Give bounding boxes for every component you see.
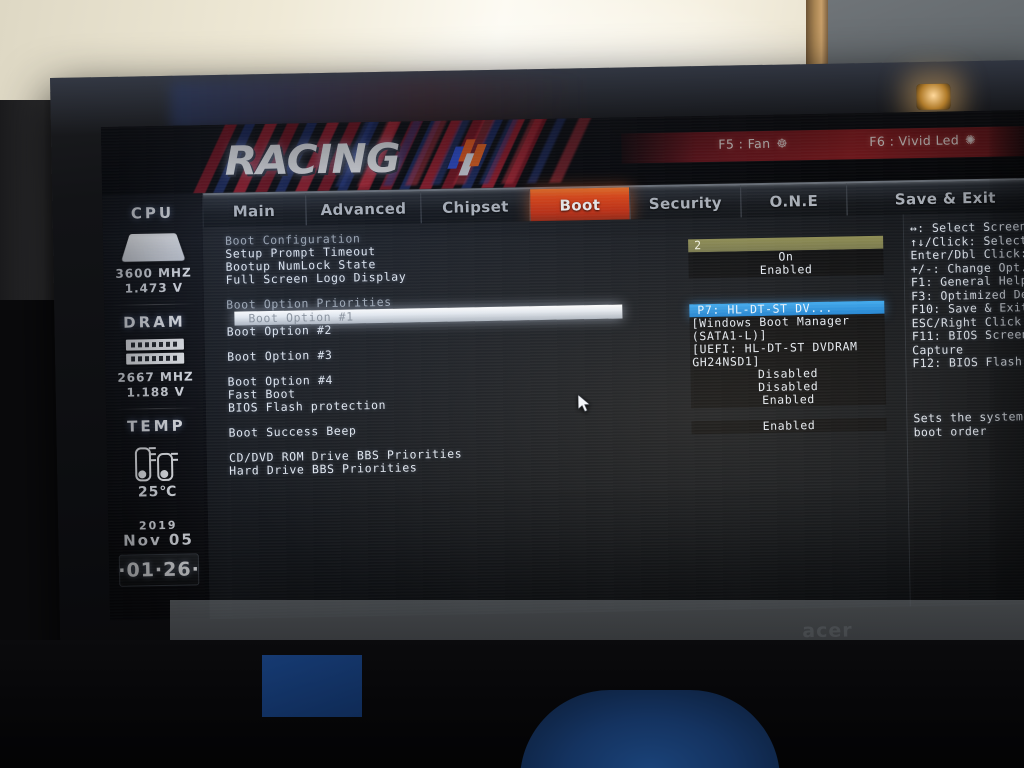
- help-description-block: Sets the system boot order: [913, 409, 1024, 440]
- fn-f5-fan[interactable]: F5 : Fan ☸: [718, 135, 788, 151]
- racing-chevron-icon: [447, 138, 487, 176]
- desk-foreground: [0, 640, 1024, 768]
- row-label-boot-success-beep[interactable]: Boot Success Beep: [228, 420, 578, 439]
- bios-screen: RACING F5 : Fan ☸ F6 : Vivid Led ✺ Main Ad…: [100, 109, 1024, 621]
- fan-icon: ☸: [776, 135, 789, 151]
- tab-advanced[interactable]: Advanced: [306, 191, 422, 228]
- cpu-voltage: 1.473 V: [124, 280, 184, 296]
- led-icon: ✺: [964, 132, 977, 148]
- monitor-bezel: acer RACING F5 : Fan☸ F6 : Vivid Led✺: [50, 59, 1024, 688]
- dram-frequency: 2667 MHZ: [117, 369, 194, 385]
- temp-value: 25℃: [137, 483, 178, 501]
- help-panel: ↔: Select Screen ↑↓/Click: Select Item E…: [902, 211, 1024, 607]
- help-description-text: Sets the system boot order: [913, 409, 1024, 439]
- value-bios-flash-protection[interactable]: Enabled: [690, 391, 887, 409]
- value-full-screen-logo[interactable]: Enabled: [688, 261, 884, 279]
- webcam-light: [916, 83, 951, 111]
- row-label-boot-option-3[interactable]: Boot Option #3: [227, 344, 577, 364]
- hardware-info-rail: CPU 3600 MHZ 1.473 V DRAM 2667 MHZ 1.188…: [102, 193, 211, 621]
- settings-label-column: Boot Configuration Setup Prompt Timeout …: [225, 228, 623, 478]
- racing-logo-text: RACING: [224, 135, 400, 185]
- tab-chipset[interactable]: Chipset: [421, 189, 531, 226]
- photo-scene: acer RACING F5 : Fan☸ F6 : Vivid Led✺: [0, 0, 1024, 768]
- help-key-f11-screen-capture: F11: BIOS Screen: [911, 327, 1024, 344]
- rail-divider-2: [114, 407, 199, 410]
- tab-security[interactable]: Security: [630, 185, 742, 222]
- settings-body: Boot Configuration Setup Prompt Timeout …: [202, 214, 910, 620]
- dram-voltage: 1.188 V: [126, 384, 186, 400]
- fn-f5-label: F5 : Fan: [718, 135, 771, 152]
- date-day: Nov 05: [122, 530, 195, 550]
- fn-f6-vivid-led[interactable]: F6 : Vivid Led ✺: [869, 132, 976, 149]
- cpu-frequency: 3600 MHZ: [115, 265, 192, 281]
- row-label-boot-option-1: Boot Option #1: [248, 309, 354, 326]
- cpu-info-block: CPU 3600 MHZ 1.473 V: [102, 193, 204, 297]
- dram-module-icon: [105, 338, 205, 365]
- thermometer-icon: [129, 441, 186, 482]
- function-key-bar: F5 : Fan ☸ F6 : Vivid Led ✺: [621, 125, 1024, 164]
- tab-boot[interactable]: Boot: [530, 187, 631, 224]
- temp-label: TEMP: [127, 416, 186, 436]
- help-key-list: ↔: Select Screen ↑↓/Click: Select Item E…: [904, 212, 1024, 371]
- clock-display: ·01·26·: [118, 553, 201, 587]
- fn-f6-label: F6 : Vivid Led: [869, 132, 960, 149]
- rail-divider-1: [112, 303, 197, 306]
- settings-value-column: . 2 On Enabled . . P7: HL-DT-ST DV... [W…: [688, 223, 887, 435]
- help-key-f12-bios-flash: F12: BIOS Flash: [912, 354, 1023, 371]
- blue-object: [262, 655, 362, 717]
- cpu-chip-icon: [121, 233, 186, 262]
- datetime-block: 2019 Nov 05 ·01·26·: [108, 517, 209, 587]
- tab-one[interactable]: O.N.E: [741, 183, 848, 220]
- tab-main[interactable]: Main: [202, 193, 307, 230]
- clock-time: ·01·26·: [118, 558, 201, 582]
- temp-info-block: TEMP 25℃: [106, 416, 208, 501]
- dram-label: DRAM: [123, 312, 186, 332]
- dram-info-block: DRAM 2667 MHZ 1.188 V: [104, 312, 206, 401]
- cpu-label: CPU: [130, 203, 175, 223]
- value-boot-success-beep[interactable]: Enabled: [691, 417, 887, 435]
